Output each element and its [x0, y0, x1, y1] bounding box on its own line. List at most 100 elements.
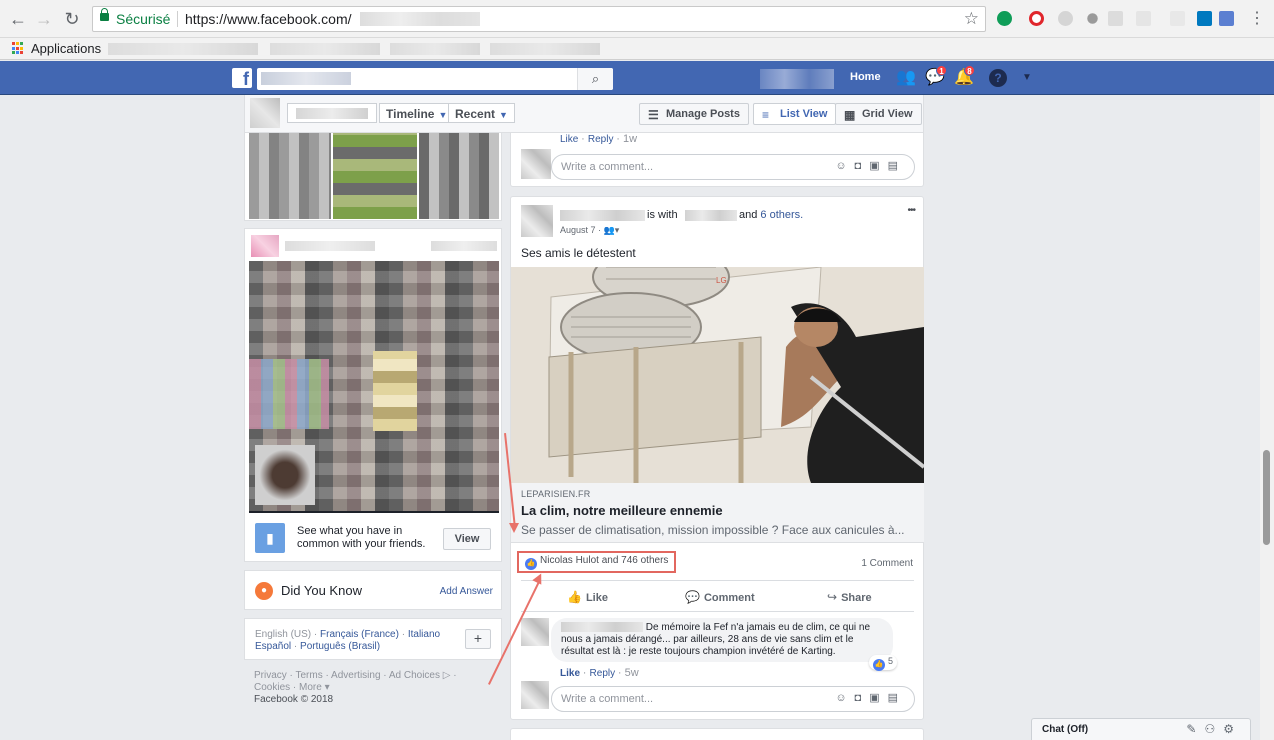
comment-input[interactable]: Write a comment... ☺◘▣▤	[551, 154, 915, 180]
account-menu-chevron-icon[interactable]: ▼	[1018, 69, 1036, 87]
avatar[interactable]	[521, 149, 551, 179]
language-link[interactable]: Español	[255, 641, 291, 652]
search-icon[interactable]: ⌕	[577, 68, 613, 90]
extension-icon[interactable]	[1058, 11, 1073, 26]
friend-thumbnail[interactable]	[373, 351, 417, 431]
post-options-icon[interactable]: •••	[907, 205, 915, 216]
comment-count-link[interactable]: 1 Comment	[861, 558, 913, 569]
reply-link[interactable]: Reply	[588, 134, 614, 145]
extension-icon[interactable]	[1170, 11, 1185, 26]
photo-thumbnail[interactable]	[419, 133, 499, 219]
extension-hangouts-icon[interactable]	[997, 11, 1012, 26]
url-text: https://www.facebook.com/	[185, 11, 352, 27]
like-link[interactable]: Like	[560, 668, 580, 679]
search-input[interactable]: ⌕	[257, 68, 613, 90]
address-separator	[177, 11, 178, 27]
home-link[interactable]: Home	[850, 71, 881, 83]
language-link[interactable]: Français (France)	[320, 629, 399, 640]
chrome-menu-icon[interactable]: ⋮	[1247, 9, 1267, 29]
list-icon: ≡	[762, 108, 770, 122]
apps-grid-icon[interactable]	[12, 42, 25, 55]
forward-icon[interactable]: →	[34, 9, 54, 29]
comment-tools-icons[interactable]: ☺◘▣▤	[835, 691, 906, 704]
link-preview-caption[interactable]: LEPARISIEN.FR La clim, notre meilleure e…	[511, 483, 924, 543]
extension-trello-icon[interactable]	[1197, 11, 1212, 26]
footer-links[interactable]: Privacy · Terms · Advertising · Ad Choic…	[254, 670, 484, 694]
post-date[interactable]: August 7 · 👥▾	[560, 225, 619, 236]
photo-thumbnail[interactable]	[249, 133, 331, 219]
avatar[interactable]	[521, 681, 549, 709]
extension-opera-icon[interactable]	[1029, 11, 1044, 26]
manage-posts-button[interactable]: ☰ Manage Posts	[639, 103, 749, 125]
previous-comment-actions: Like · Reply · 1w	[560, 133, 638, 145]
chat-bar[interactable]: Chat (Off) ✎⚇⚙	[1031, 718, 1251, 740]
profile-name-redacted[interactable]	[760, 69, 834, 89]
language-link[interactable]: Italiano	[408, 629, 440, 640]
facebook-logo-icon[interactable]: f	[232, 68, 252, 88]
friend-thumbnail[interactable]	[249, 359, 329, 429]
reply-link[interactable]: Reply	[590, 668, 616, 679]
bookmark-star-icon[interactable]: ☆	[964, 9, 979, 29]
tagged-friend-redacted[interactable]	[685, 210, 737, 221]
timeline-dropdown[interactable]: Timeline ▼	[379, 103, 455, 123]
previous-post-footer: Like · Reply · 1w Write a comment... ☺◘▣…	[510, 133, 924, 187]
commenter-name-redacted[interactable]	[561, 622, 643, 632]
like-link[interactable]: Like	[560, 134, 578, 145]
add-language-button[interactable]: +	[465, 629, 491, 649]
current-language: English (US)	[255, 629, 312, 640]
bookmarks-bar: Applications	[0, 38, 1274, 60]
comment-button[interactable]: 💬 Comment	[685, 590, 755, 604]
grid-view-button[interactable]: ▦ Grid View	[835, 103, 922, 125]
secure-label: Sécurisé	[116, 11, 171, 27]
next-post-card	[510, 728, 924, 740]
photo-thumbnail[interactable]	[333, 133, 417, 219]
author-name-redacted[interactable]	[560, 210, 645, 221]
friend-requests-icon[interactable]: 👥	[896, 69, 916, 87]
friends-title-redacted	[285, 241, 375, 251]
add-answer-link[interactable]: Add Answer	[440, 586, 493, 597]
scrollbar-thumb[interactable]	[1263, 450, 1270, 545]
page-scrollbar[interactable]	[1260, 95, 1274, 740]
extension-icon[interactable]	[1108, 11, 1123, 26]
friends-card: ▮ See what you have in common with your …	[244, 228, 502, 562]
bookmark-redacted[interactable]	[270, 43, 380, 55]
reload-icon[interactable]: ↻	[62, 9, 82, 29]
chat-tools-icons[interactable]: ✎⚇⚙	[1186, 722, 1242, 736]
comment-placeholder: Write a comment...	[561, 693, 654, 705]
post-message: Ses amis le détestent	[521, 246, 636, 260]
recent-dropdown[interactable]: Recent ▼	[448, 103, 515, 123]
link-description: Se passer de climatisation, mission impo…	[521, 523, 905, 537]
help-icon[interactable]: ?	[989, 69, 1007, 87]
avatar[interactable]	[521, 205, 553, 237]
avatar[interactable]	[250, 98, 280, 128]
extension-like-icon[interactable]	[1219, 11, 1234, 26]
list-view-button[interactable]: ≡ List View	[753, 103, 837, 125]
link-title[interactable]: La clim, notre meilleure ennemie	[521, 503, 723, 518]
avatar[interactable]	[521, 618, 549, 646]
friend-thumbnail[interactable]	[255, 445, 315, 505]
bookmark-redacted[interactable]	[490, 43, 600, 55]
view-button[interactable]: View	[443, 528, 491, 550]
language-link[interactable]: Português (Brasil)	[300, 641, 380, 652]
thumbs-up-icon: 👍	[873, 659, 885, 671]
extension-icon[interactable]	[1136, 11, 1151, 26]
back-icon[interactable]: ←	[8, 9, 28, 29]
bookmark-redacted[interactable]	[108, 43, 258, 55]
comment-input[interactable]: Write a comment... ☺◘▣▤	[551, 686, 915, 712]
did-you-know-title: Did You Know	[281, 583, 362, 598]
extension-icon[interactable]	[1087, 13, 1098, 24]
apps-bookmark[interactable]: Applications	[31, 41, 101, 56]
profile-name-redacted[interactable]	[287, 103, 377, 123]
comment-tools-icons[interactable]: ☺◘▣▤	[835, 159, 906, 172]
timeline-header: Timeline ▼ Recent ▼ ☰ Manage Posts ≡ List Vi…	[244, 95, 924, 133]
others-link[interactable]: 6 others.	[760, 209, 803, 221]
bookmark-redacted[interactable]	[390, 43, 480, 55]
speech-bubble-icon: ●	[255, 582, 273, 600]
address-bar[interactable]: Sécurisé https://www.facebook.com/ ☆	[92, 6, 986, 32]
reactions-summary[interactable]: 👍 Nicolas Hulot and 746 others	[517, 551, 677, 573]
friends-hint-text: See what you have in common with your fr…	[297, 525, 426, 550]
share-button[interactable]: ↪ Share	[827, 590, 872, 604]
link-preview-image[interactable]: LG	[511, 267, 924, 483]
comment-likes[interactable]: 👍 5	[869, 655, 898, 671]
like-button[interactable]: 👍 Like	[567, 590, 608, 604]
